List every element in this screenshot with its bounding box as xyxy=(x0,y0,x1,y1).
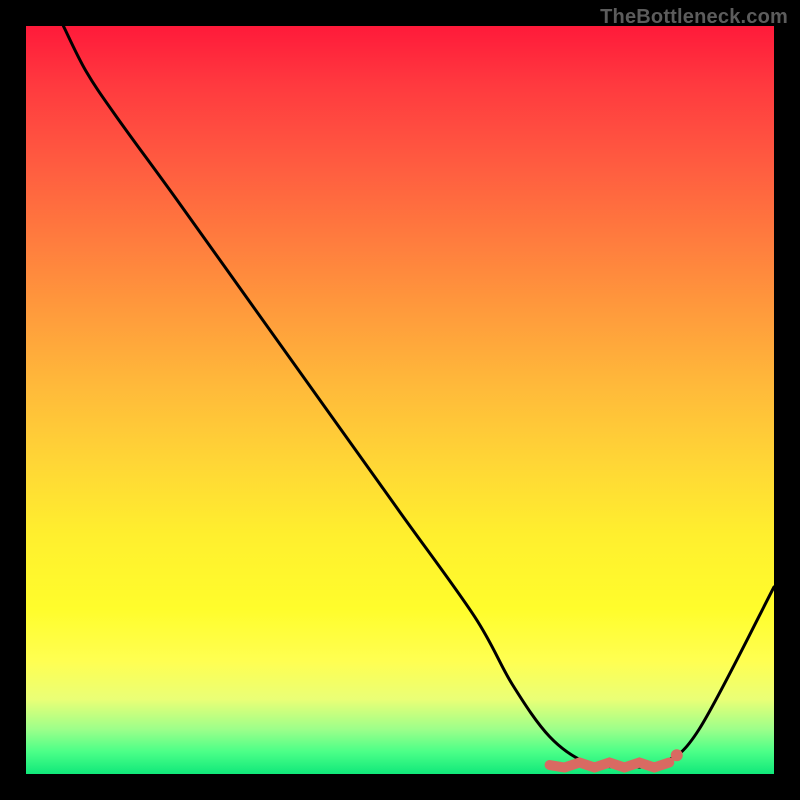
attribution-text: TheBottleneck.com xyxy=(600,6,788,29)
chart-background-gradient xyxy=(26,26,774,774)
chart-frame: TheBottleneck.com xyxy=(0,0,800,800)
